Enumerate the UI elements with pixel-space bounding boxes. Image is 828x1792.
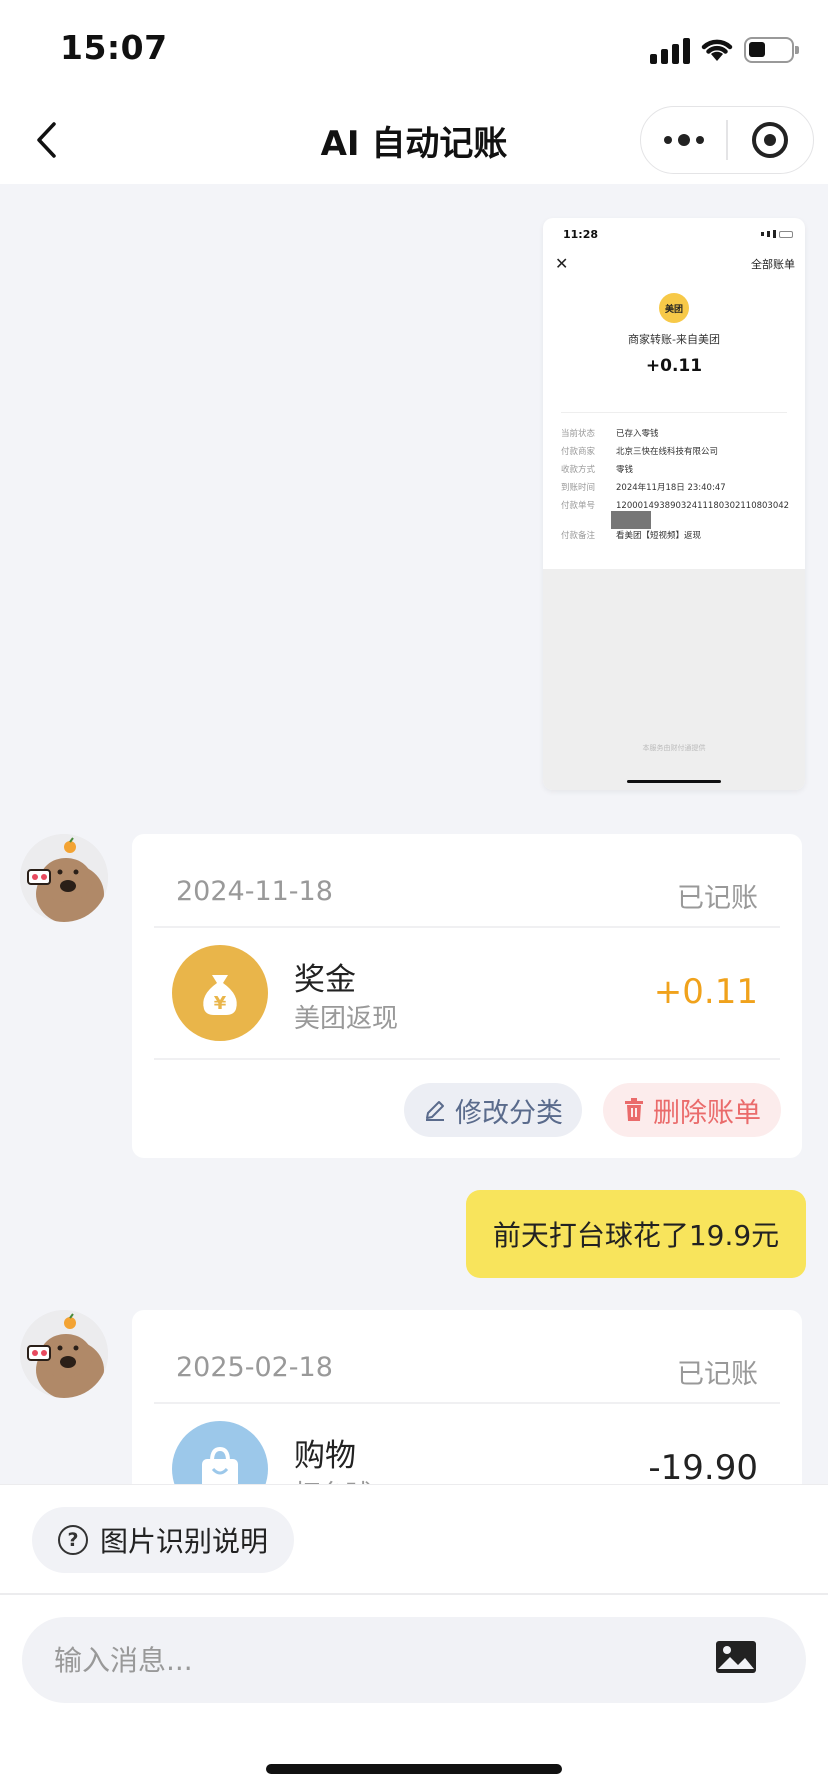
image-icon — [716, 1641, 756, 1673]
bot-avatar[interactable] — [20, 1310, 108, 1398]
bill-status: 已记账 — [677, 883, 758, 914]
bill-card: 2024-11-18 已记账 ¥ 奖金 美团返现 +0.11 修改分类 删除账单 — [132, 834, 802, 1158]
edit-category-label: 修改分类 — [455, 1097, 563, 1129]
screenshot-all-bills: 全部账单 — [751, 258, 795, 271]
bill-category: 购物 — [294, 1438, 356, 1474]
bot-avatar[interactable] — [20, 834, 108, 922]
detail-row: 付款单号12000149389032411180302110803042 81 — [561, 501, 790, 523]
detail-row: 到账时间 2024年11月18日 23:40:47 — [561, 483, 726, 493]
screenshot-time: 11:28 — [563, 228, 599, 241]
screenshot-home-indicator — [627, 780, 721, 783]
delete-bill-button[interactable]: 删除账单 — [603, 1083, 781, 1137]
screenshot-blank-area — [543, 569, 805, 790]
signal-icon — [650, 36, 690, 64]
screenshot-close-icon: ✕ — [555, 254, 569, 273]
svg-text:¥: ¥ — [214, 993, 227, 1014]
screenshot-status-icons — [761, 230, 793, 238]
edit-category-button[interactable]: 修改分类 — [404, 1083, 582, 1137]
close-program-button[interactable] — [728, 107, 813, 173]
screenshot-footer: 本服务由财付通提供 — [642, 744, 706, 752]
pencil-icon — [426, 1101, 444, 1121]
bill-category: 奖金 — [294, 962, 356, 998]
home-indicator — [266, 1764, 562, 1774]
bottom-divider — [0, 1593, 828, 1595]
screenshot-merchant: 商家转账-来自美团 — [628, 333, 720, 346]
redaction-block — [611, 511, 651, 529]
detail-row: 付款商家 北京三快在线科技有限公司 — [561, 447, 719, 457]
image-recognition-help-button[interactable]: ? 图片识别说明 — [32, 1507, 294, 1573]
help-button-label: 图片识别说明 — [100, 1525, 269, 1558]
delete-bill-label: 删除账单 — [653, 1097, 761, 1129]
bill-amount: +0.11 — [653, 972, 758, 1012]
mini-program-capsule — [640, 106, 814, 174]
image-upload-button[interactable] — [714, 1639, 758, 1675]
bill-date: 2024-11-18 — [176, 876, 333, 907]
wifi-icon — [701, 39, 733, 61]
battery-icon — [744, 37, 799, 63]
bottom-input-area: ? 图片识别说明 — [0, 1484, 828, 1792]
more-dots-icon — [663, 134, 704, 146]
card-divider — [154, 926, 780, 928]
category-icon: ¥ — [172, 945, 268, 1041]
status-time: 15:07 — [60, 28, 168, 67]
card-divider — [154, 1058, 780, 1060]
more-button[interactable] — [641, 107, 726, 173]
message-input-wrapper — [22, 1617, 806, 1703]
bill-amount: -19.90 — [648, 1448, 758, 1488]
message-input[interactable] — [54, 1617, 694, 1703]
trash-icon — [625, 1098, 643, 1121]
bill-note: 美团返现 — [294, 1004, 399, 1034]
capybara-avatar-icon — [20, 1310, 108, 1398]
detail-row: 收款方式 零钱 — [561, 465, 634, 475]
target-icon — [752, 122, 789, 158]
bill-status: 已记账 — [677, 1359, 758, 1390]
question-icon: ? — [58, 1525, 88, 1555]
top-bar: 15:07 AI 自动记账 — [0, 0, 828, 184]
user-message-bubble: 前天打台球花了19.9元 — [466, 1190, 806, 1278]
money-bag-icon: ¥ — [203, 975, 237, 1015]
detail-row: 当前状态 已存入零钱 — [561, 429, 659, 439]
screenshot-divider — [561, 412, 787, 413]
bill-date: 2025-02-18 — [176, 1352, 333, 1383]
screenshot-amount: +0.11 — [645, 356, 703, 376]
card-divider — [154, 1402, 780, 1404]
uploaded-screenshot[interactable]: 11:28 ✕ 全部账单 美团 商家转账-来自美团 +0.11 当前状态 已存入零… — [543, 218, 805, 790]
meituan-logo: 美团 — [659, 293, 689, 323]
capybara-avatar-icon — [20, 834, 108, 922]
screenshot-details: 当前状态 已存入零钱 付款商家 北京三快在线科技有限公司 收款方式 零钱 到账时间 20… — [561, 428, 793, 548]
status-icons — [650, 34, 799, 66]
detail-row: 付款备注 看美团【短视频】返现 — [561, 531, 702, 541]
